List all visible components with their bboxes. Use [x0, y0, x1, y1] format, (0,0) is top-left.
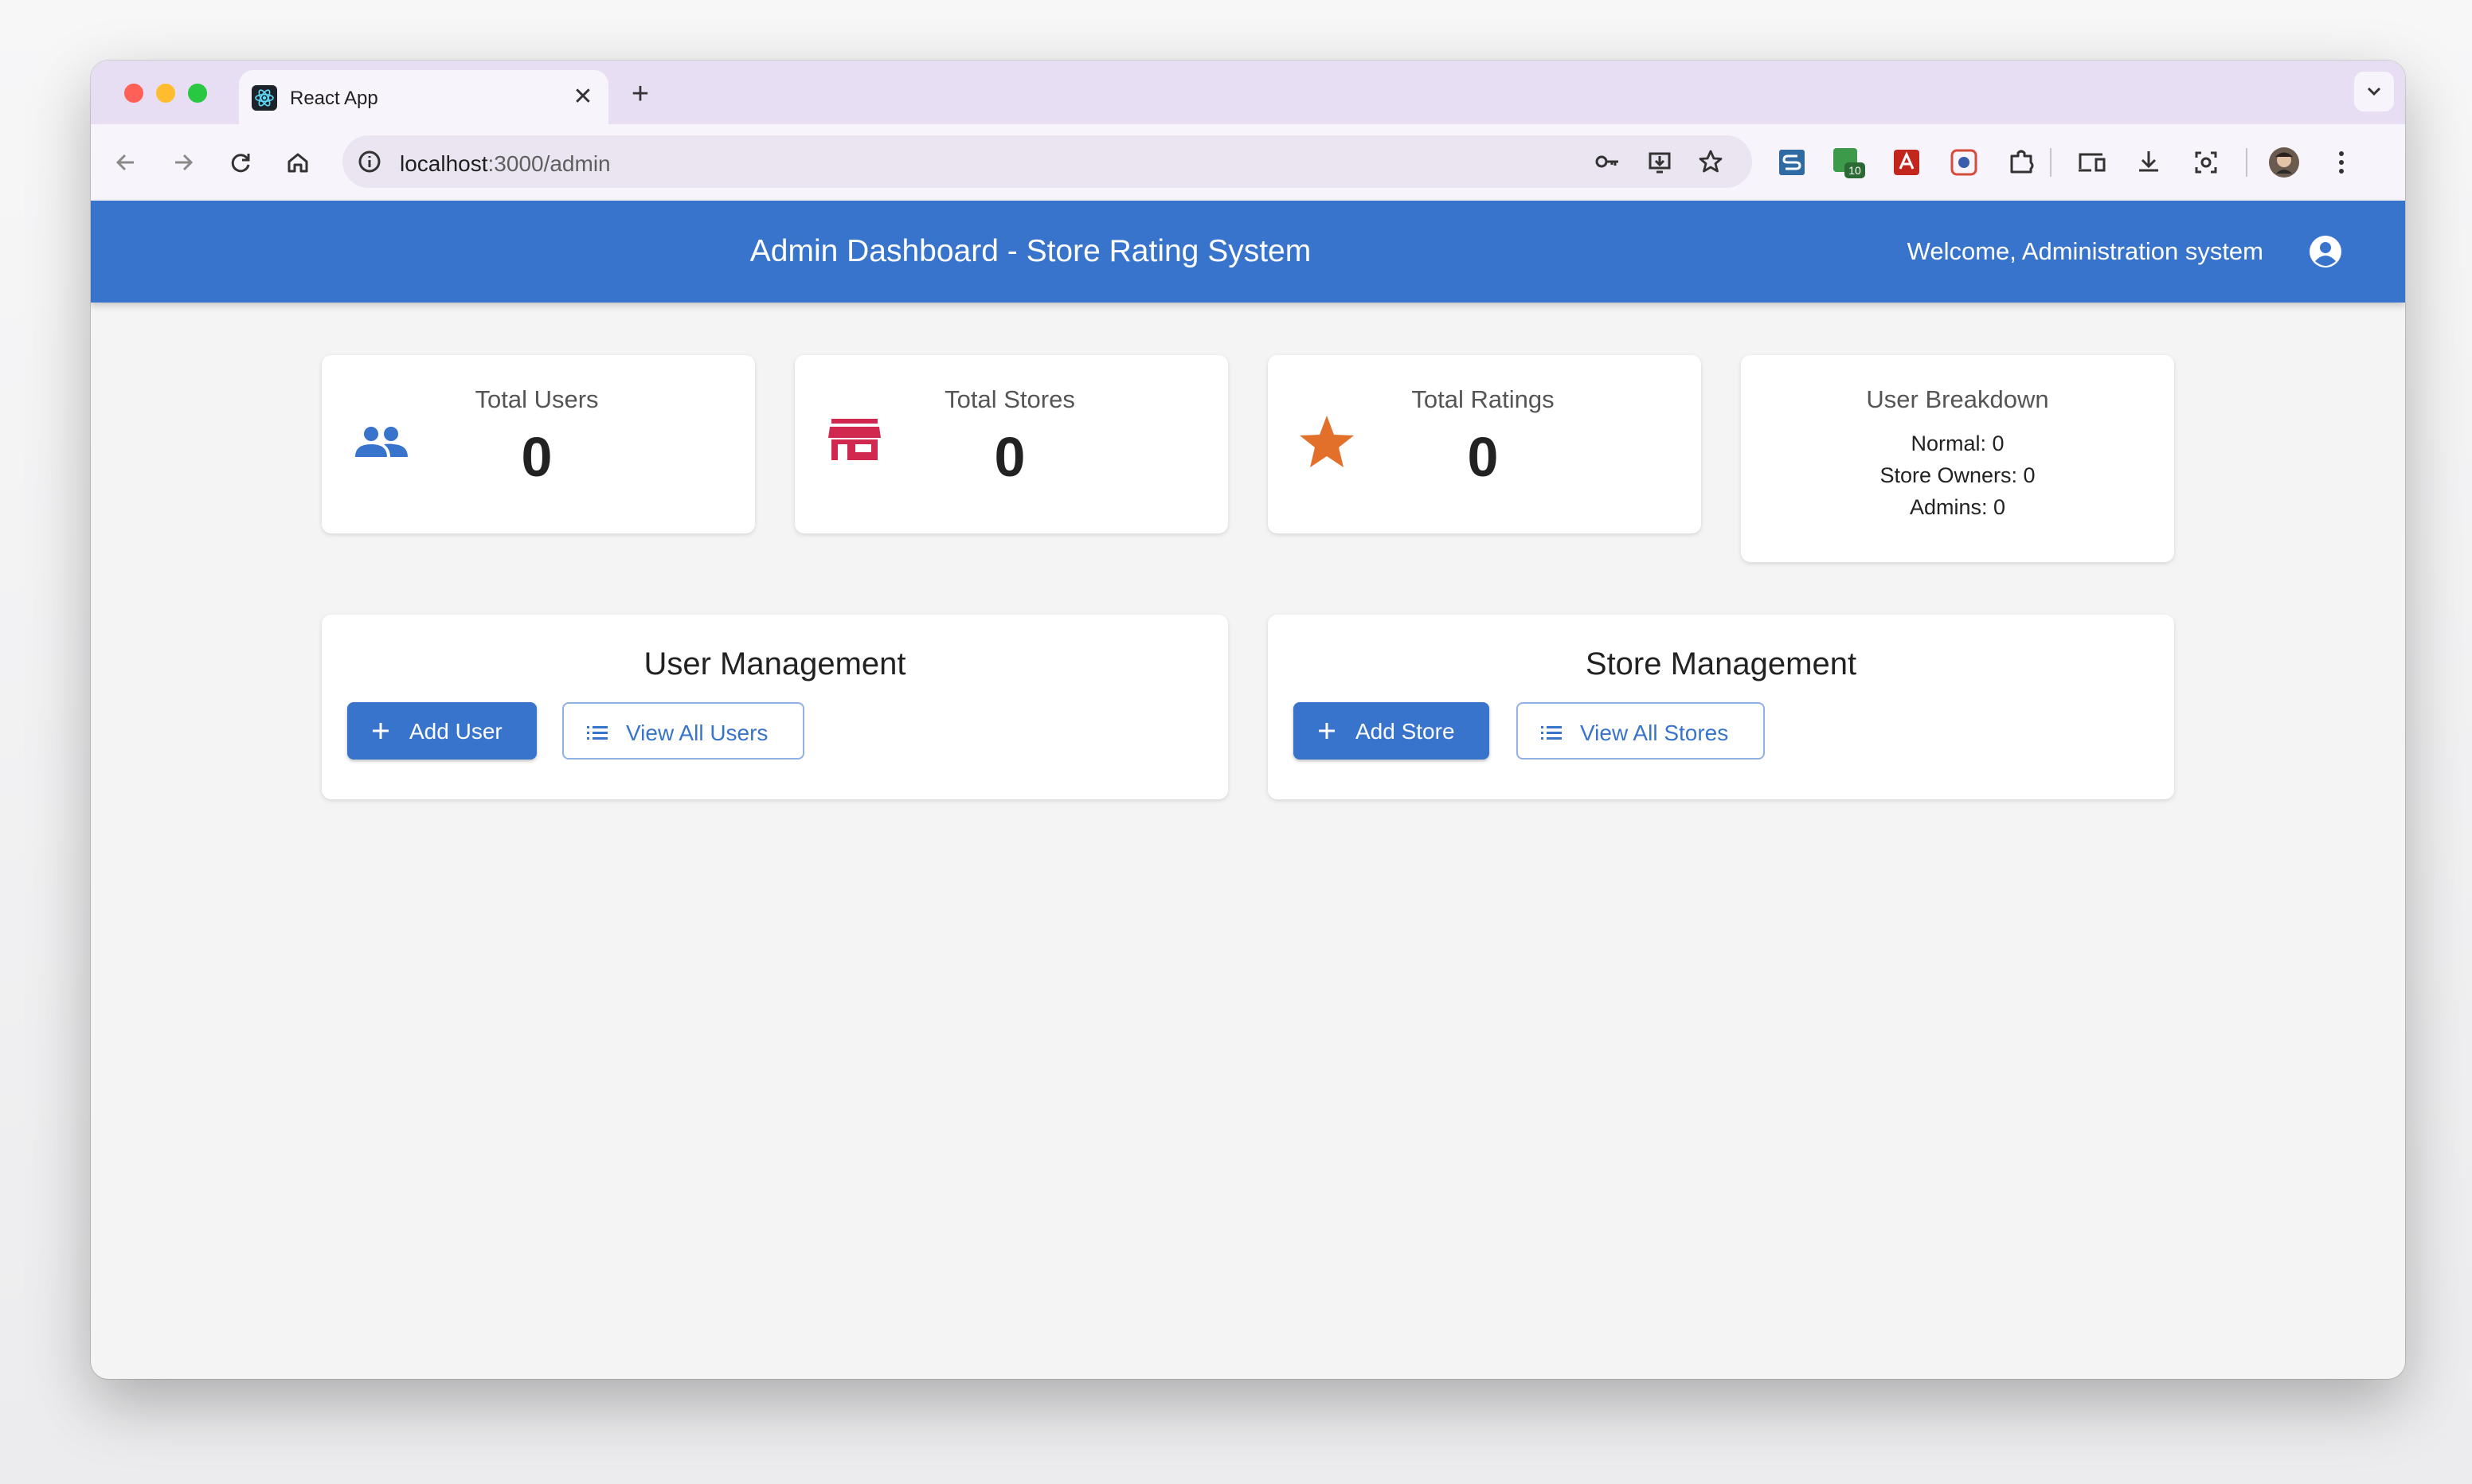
breakdown-title: User Breakdown [1866, 385, 2049, 413]
browser-window: React App ✕ + localhost:3000/admin 10 Ad… [91, 61, 2405, 1379]
extension-badge-icon[interactable]: 10 [1829, 143, 1867, 182]
install-app-icon[interactable] [1644, 146, 1676, 178]
lens-icon[interactable] [2187, 143, 2225, 182]
tab-strip: React App ✕ + [91, 61, 2405, 126]
new-tab-button[interactable]: + [623, 76, 658, 111]
user-breakdown-card: User Breakdown Normal: 0 Store Owners: 0… [1741, 355, 2174, 562]
plus-icon [373, 723, 389, 739]
user-management-title: User Management [643, 646, 906, 681]
stat-card-total-stores: Total Stores 0 [795, 355, 1228, 533]
stat-value: 0 [994, 426, 1026, 488]
view-all-stores-button[interactable]: View All Stores [1516, 702, 1765, 760]
stat-label: Total Ratings [1411, 385, 1555, 413]
stat-card-total-ratings: Total Ratings 0 [1268, 355, 1701, 533]
add-user-label: Add User [409, 719, 503, 744]
tab-search-button[interactable] [2354, 72, 2394, 111]
screen-capture-icon[interactable] [1945, 143, 1983, 182]
view-all-users-button[interactable]: View All Users [562, 702, 804, 760]
puzzle-extensions-icon[interactable] [2002, 143, 2040, 182]
url-text[interactable]: localhost:3000/admin [400, 151, 611, 177]
star-icon [1300, 416, 1354, 467]
extension-s-icon[interactable] [1773, 143, 1811, 182]
store-management-card: Store Management Add Store View All Stor… [1268, 615, 2174, 799]
home-icon[interactable] [279, 143, 317, 182]
address-bar[interactable]: localhost:3000/admin [342, 135, 1752, 188]
tab-title: React App [290, 88, 378, 109]
breakdown-admins: Admins: 0 [1909, 495, 2006, 519]
list-icon [587, 726, 608, 740]
site-info-icon[interactable] [354, 146, 385, 178]
toolbar-divider [2246, 148, 2247, 177]
forward-arrow-icon[interactable] [164, 143, 202, 182]
close-window-button[interactable] [124, 84, 143, 103]
app-header: Admin Dashboard - Store Rating System We… [91, 201, 2405, 303]
minimize-window-button[interactable] [156, 84, 175, 103]
stat-value: 0 [521, 426, 553, 488]
view-all-users-label: View All Users [626, 721, 769, 745]
people-icon [355, 427, 408, 457]
profile-avatar-icon[interactable] [2265, 143, 2303, 182]
url-host: localhost [400, 151, 488, 176]
browser-toolbar: localhost:3000/admin 10 [91, 124, 2405, 201]
add-store-button[interactable]: Add Store [1293, 702, 1489, 760]
react-favicon-icon [252, 85, 277, 111]
tab-close-icon[interactable]: ✕ [569, 83, 597, 111]
chevron-down-icon [2367, 87, 2381, 96]
more-menu-icon[interactable] [2322, 143, 2361, 182]
store-management-title: Store Management [1585, 646, 1857, 681]
bookmark-star-icon[interactable] [1695, 146, 1727, 178]
add-store-label: Add Store [1355, 719, 1455, 744]
tab-react-app[interactable]: React App ✕ [239, 70, 608, 126]
page-title: Admin Dashboard - Store Rating System [749, 234, 1312, 268]
account-circle-icon[interactable] [2306, 232, 2345, 271]
breakdown-store-owners: Store Owners: 0 [1879, 463, 2036, 487]
stat-label: Total Users [475, 385, 599, 413]
stat-card-total-users: Total Users 0 [322, 355, 755, 533]
welcome-text: Welcome, Administration system [1907, 237, 2263, 265]
pdf-extension-icon[interactable] [1887, 143, 1926, 182]
maximize-window-button[interactable] [188, 84, 207, 103]
add-user-button[interactable]: Add User [347, 702, 537, 760]
view-all-stores-label: View All Stores [1580, 721, 1729, 745]
user-management-card: User Management Add User View All Users [322, 615, 1228, 799]
storefront-icon [828, 419, 881, 460]
stat-value: 0 [1467, 426, 1499, 488]
list-icon [1541, 726, 1562, 740]
plus-icon [1319, 723, 1335, 739]
download-icon[interactable] [2130, 143, 2168, 182]
breakdown-normal: Normal: 0 [1911, 432, 2005, 455]
toolbar-divider [2050, 148, 2052, 177]
url-path: :3000/admin [487, 151, 611, 176]
back-arrow-icon[interactable] [107, 143, 145, 182]
cast-devices-icon[interactable] [2072, 143, 2110, 182]
extension-badge-count: 10 [1848, 164, 1861, 177]
stat-label: Total Stores [945, 385, 1075, 413]
reload-icon[interactable] [221, 143, 260, 182]
key-icon[interactable] [1591, 146, 1623, 178]
